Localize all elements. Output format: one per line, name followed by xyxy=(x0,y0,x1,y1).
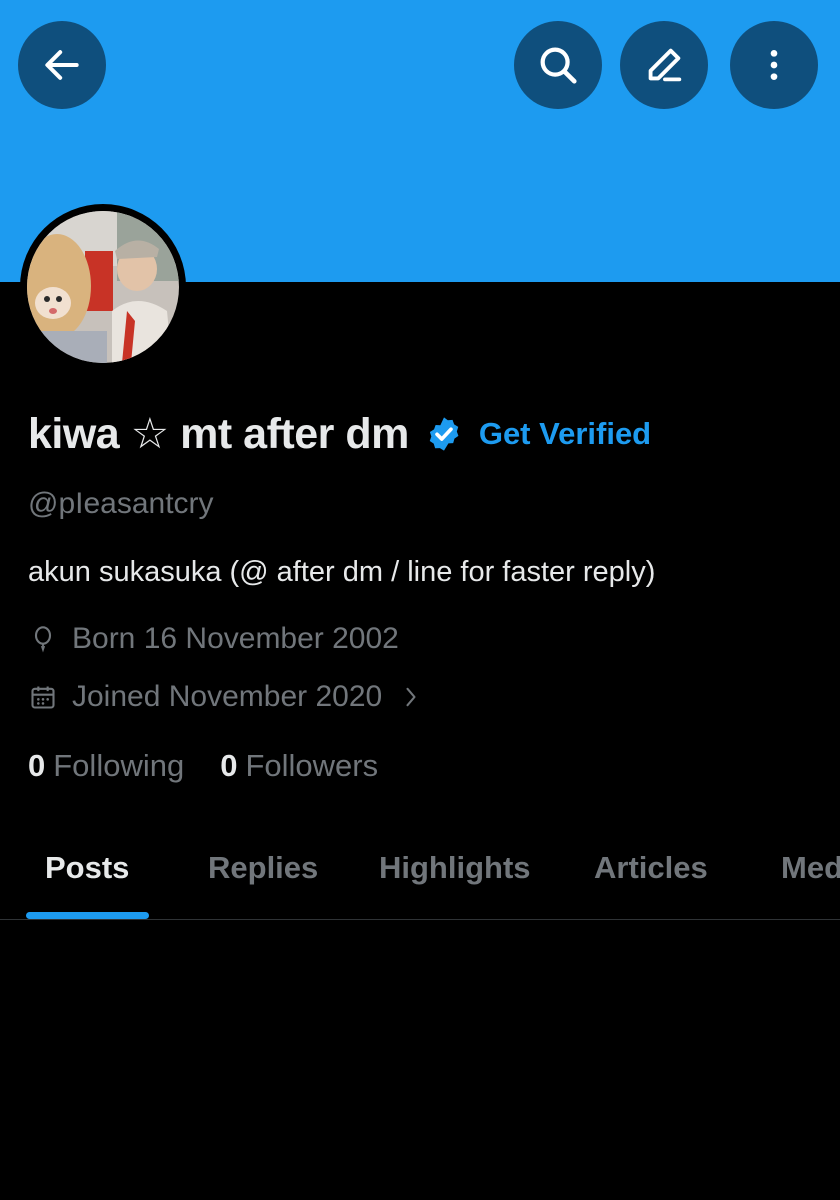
following-count: 0 xyxy=(28,748,46,783)
more-options-button[interactable] xyxy=(730,21,818,109)
display-name: kiwa ☆ mt after dm xyxy=(28,410,409,458)
profile-handle: @pIeasantcry xyxy=(28,487,214,520)
birthdate-text: Born 16 November 2002 xyxy=(72,622,399,655)
tab-highlights[interactable]: Highlights xyxy=(379,850,531,886)
balloon-icon xyxy=(28,624,58,654)
back-button[interactable] xyxy=(18,21,106,109)
birthdate-row: Born 16 November 2002 xyxy=(28,622,399,656)
followers-link[interactable]: 0 Followers xyxy=(220,748,378,784)
profile-name-row: kiwa ☆ mt after dm Get Verified xyxy=(28,404,651,464)
following-link[interactable]: 0 Following xyxy=(28,748,184,784)
profile-tabs: Posts Replies Highlights Articles Med xyxy=(0,820,840,920)
follow-stats: 0 Following 0 Followers xyxy=(28,748,378,784)
following-label: Following xyxy=(53,748,185,783)
tab-media[interactable]: Med xyxy=(781,850,840,886)
edit-button[interactable] xyxy=(620,21,708,109)
profile-page: kiwa ☆ mt after dm Get Verified @pIeasan… xyxy=(0,0,840,1200)
avatar-border xyxy=(20,204,186,370)
joined-text: Joined November 2020 xyxy=(72,680,383,713)
tab-posts[interactable]: Posts xyxy=(45,850,129,886)
verified-badge-icon[interactable] xyxy=(425,415,463,453)
get-verified-link[interactable]: Get Verified xyxy=(479,416,651,452)
calendar-icon xyxy=(28,682,58,712)
search-icon xyxy=(540,47,577,84)
tab-articles[interactable]: Articles xyxy=(594,850,708,886)
profile-bio: akun sukasuka (@ after dm / line for fas… xyxy=(28,556,656,588)
chevron-right-icon xyxy=(402,683,420,711)
followers-count: 0 xyxy=(220,748,238,783)
pencil-icon xyxy=(648,48,682,82)
search-button[interactable] xyxy=(514,21,602,109)
avatar[interactable] xyxy=(27,211,179,363)
more-vertical-icon xyxy=(770,50,778,80)
arrow-left-icon xyxy=(45,50,79,80)
tab-replies[interactable]: Replies xyxy=(208,850,318,886)
followers-label: Followers xyxy=(245,748,379,783)
joined-row[interactable]: Joined November 2020 xyxy=(28,680,420,714)
active-tab-indicator xyxy=(26,912,149,919)
